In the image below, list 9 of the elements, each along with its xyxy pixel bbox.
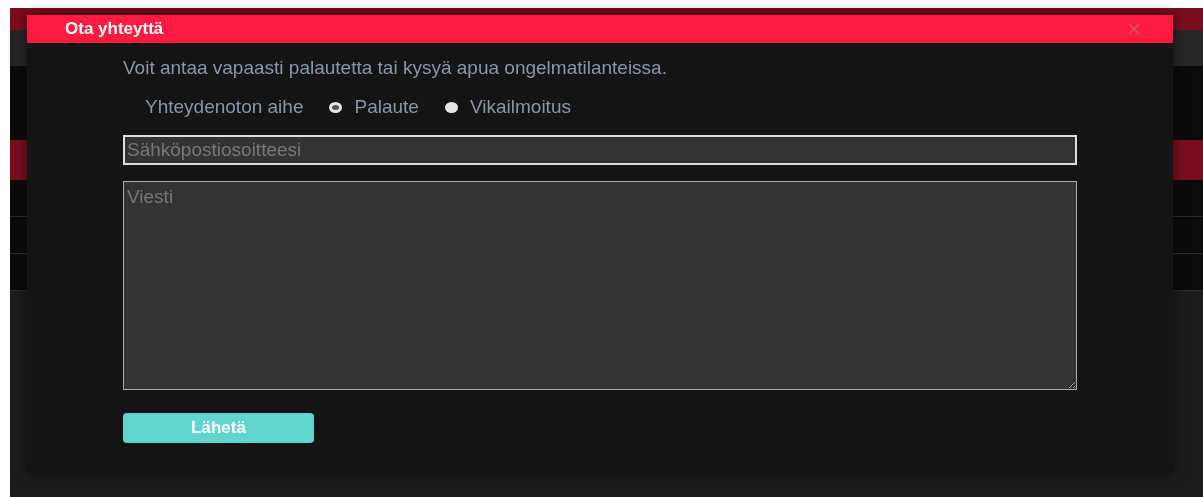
topic-label: Yhteydenoton aihe: [145, 96, 304, 118]
radio-option[interactable]: Vikailmoitus: [444, 96, 571, 118]
description-text: Voit antaa vapaasti palautetta tai kysyä apua ongelmatilanteissa.: [123, 57, 667, 79]
dialog-title: Ota yhteyttä: [65, 19, 164, 39]
radio-icon[interactable]: [329, 101, 343, 113]
radio-option[interactable]: Palaute: [329, 96, 419, 118]
radio-icon[interactable]: [444, 101, 458, 113]
message-field[interactable]: Viesti: [123, 181, 1077, 390]
email-field[interactable]: Sähköpostiosoitteesi: [123, 135, 1077, 165]
